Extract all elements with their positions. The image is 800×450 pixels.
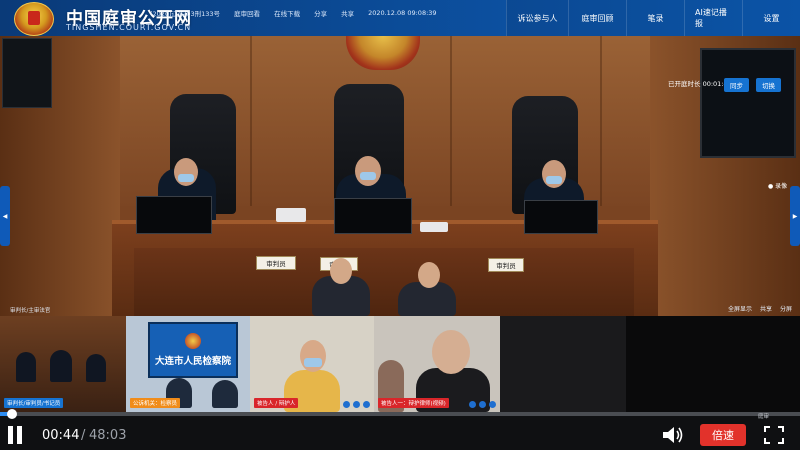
fullscreen-icon[interactable] <box>764 426 784 444</box>
co-share-link[interactable]: 共享 <box>341 8 354 18</box>
nav-transcript[interactable]: 笔录 <box>626 0 684 36</box>
record-icon: ● 录像 <box>768 183 788 190</box>
judge-center-mask <box>360 172 376 180</box>
fullscreen-control[interactable]: 全屏显示 <box>728 304 752 313</box>
top-header: 中国庭审公开网 TINGSHEN.COURT.GOV.CN (2020)辽020… <box>0 0 800 36</box>
tile-label: 被告人 / 辩护人 <box>254 398 299 408</box>
camera-icon[interactable] <box>353 401 360 408</box>
wall-panel-line <box>250 36 252 206</box>
elapsed-duration: 已开庭时长 00:01:49 <box>668 80 732 88</box>
nameplate-judge-left: 审判员 <box>256 256 296 270</box>
tile-court[interactable]: 审判长/审判员/书记员 <box>0 316 126 412</box>
progress-track[interactable] <box>0 409 800 419</box>
procuratorate-badge-icon <box>185 333 201 349</box>
nameplate-judge-right: 审判员 <box>488 258 524 272</box>
tile-figure <box>86 354 106 382</box>
sync-button[interactable]: 同步 <box>724 78 749 92</box>
tile-label: 被告人一：辩护律师(视频) <box>378 398 449 408</box>
download-link[interactable]: 在线下载 <box>274 8 300 18</box>
wall-tv-right <box>700 48 796 158</box>
progress-knob[interactable] <box>7 409 18 419</box>
tile-defense[interactable]: 被告人一：辩护律师(视频) <box>374 316 500 412</box>
clerk-left-head <box>330 258 352 284</box>
tile-mask <box>304 358 322 367</box>
tile-figure <box>16 352 36 382</box>
wall-panel-line <box>600 36 602 206</box>
camera-icon[interactable] <box>479 401 486 408</box>
tile-controls <box>469 401 496 408</box>
papers <box>420 222 448 232</box>
case-number: (2020)辽0203刑133号 <box>150 10 221 18</box>
tile-procuratorate[interactable]: 大连市人民检察院 公诉机关：检察员 <box>126 316 250 412</box>
playback-bar: 00:44 / 48:03 倍速 庭审 <box>0 409 800 450</box>
record-label: 录像 <box>775 183 788 190</box>
tile-figure <box>212 380 238 408</box>
tile-head <box>432 330 470 374</box>
judge-right-mask <box>546 176 562 184</box>
main-video-label: 审判长/主审法官 <box>10 308 51 314</box>
split-control[interactable]: 分屏 <box>780 304 792 313</box>
tile-empty[interactable] <box>626 316 800 412</box>
wall-panel-line <box>450 36 452 206</box>
share-link[interactable]: 分享 <box>314 8 327 18</box>
panel-toggle-left[interactable]: ◀ <box>0 186 10 246</box>
papers <box>276 208 306 222</box>
tile-head <box>300 340 326 372</box>
nav-replay[interactable]: 庭审回顾 <box>568 0 626 36</box>
tile-figure <box>50 350 72 382</box>
procuratorate-screen: 大连市人民检察院 <box>148 322 238 378</box>
playback-speed-button[interactable]: 倍速 <box>700 424 746 446</box>
tile-label: 审判长/审判员/书记员 <box>4 398 64 408</box>
replay-link[interactable]: 庭审回看 <box>234 8 260 18</box>
total-time: 48:03 <box>89 428 127 443</box>
bench-monitor-center <box>334 198 412 234</box>
nav-ai-shorthand[interactable]: AI速记播报 <box>684 0 742 36</box>
tile-defendant[interactable]: 被告人 / 辩护人 <box>250 316 374 412</box>
time-separator: / <box>81 428 86 443</box>
judge-center-head <box>355 156 381 186</box>
court-video-player: 中国庭审公开网 TINGSHEN.COURT.GOV.CN (2020)辽020… <box>0 0 800 450</box>
case-info-strip: (2020)辽0203刑133号 庭审回看 在线下载 分享 共享 2020.12… <box>150 6 520 20</box>
mic-icon[interactable] <box>343 401 350 408</box>
switch-button[interactable]: 切换 <box>756 78 781 92</box>
main-courtroom-video[interactable]: 审判员 审判长 审判员 ◀ ▶ 已开庭时长 00:01:49 同步 切换 ● 录… <box>0 36 800 316</box>
mic-icon[interactable] <box>469 401 476 408</box>
bench-monitor-left <box>136 196 212 234</box>
judge-left-mask <box>178 174 194 182</box>
participant-tiles: 审判长/审判员/书记员 大连市人民检察院 公诉机关：检察员 被告人 / 辩护人 … <box>0 316 800 412</box>
court-emblem-icon <box>14 2 54 36</box>
procuratorate-title: 大连市人民检察院 <box>154 356 231 367</box>
clerk-right-head <box>418 262 440 288</box>
wall-tv-left <box>2 38 52 108</box>
timestamp: 2020.12.08 09:08:39 <box>368 9 437 17</box>
current-time: 00:44 <box>42 428 80 443</box>
volume-icon[interactable] <box>662 426 684 444</box>
more-icon[interactable] <box>489 401 496 408</box>
share-control[interactable]: 共享 <box>760 304 772 313</box>
panel-toggle-right[interactable]: ▶ <box>790 186 800 246</box>
player-tag: 庭审 <box>758 414 770 420</box>
pause-icon[interactable] <box>6 426 24 444</box>
nav-settings[interactable]: 设置 <box>742 0 800 36</box>
main-video-controls: 全屏显示 共享 分屏 <box>728 304 792 313</box>
bench-monitor-right <box>524 200 598 234</box>
tile-label: 公诉机关：检察员 <box>130 398 181 408</box>
nav-participants[interactable]: 诉讼参与人 <box>506 0 568 36</box>
more-icon[interactable] <box>363 401 370 408</box>
tile-empty[interactable] <box>500 316 626 412</box>
clerk-desk <box>134 248 634 316</box>
site-url: TINGSHEN.COURT.GOV.CN <box>66 23 192 32</box>
top-nav: 诉讼参与人 庭审回顾 笔录 AI速记播报 设置 <box>506 0 800 36</box>
tile-controls <box>343 401 370 408</box>
